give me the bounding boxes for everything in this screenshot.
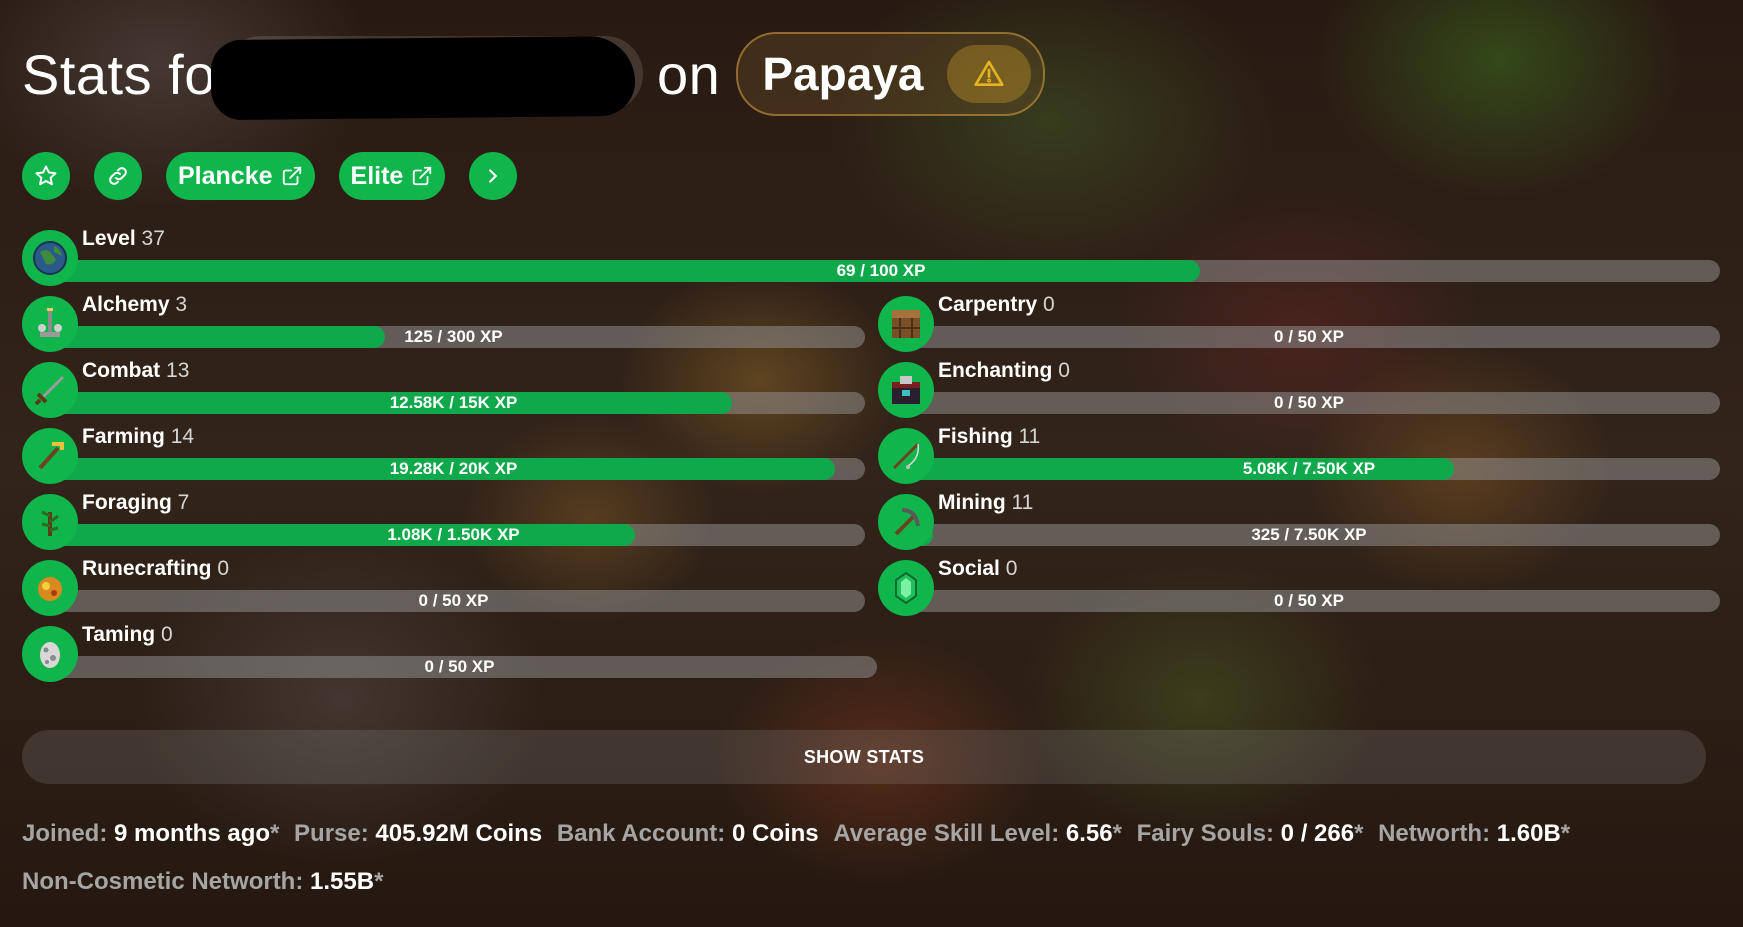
skill-xp: 19.28K / 20K XP [389,459,518,478]
skill-xp: 0 / 50 XP [1274,393,1344,412]
enchanting-table-icon [878,362,934,418]
external-link-icon [282,166,301,186]
skill-xp: 0 / 50 XP [418,591,489,610]
sapling-icon [22,494,78,550]
skill-xp: 325 / 7.50K XP [1251,525,1367,544]
pickaxe-icon [878,494,934,550]
skill-runecrafting: Runecrafting 0 0 / 50 XP [22,557,865,616]
skill-xp: 0 / 50 XP [1274,591,1344,610]
skill-xp: 1.08K / 1.50K XP [387,525,520,544]
external-link-icon [413,166,432,186]
copy-link-button[interactable] [94,152,142,200]
skill-combat: Combat 13 12.58K / 15K XP [22,359,865,418]
show-stats-button[interactable]: SHOW STATS [22,730,1706,784]
action-buttons: Plancke Elite [22,152,518,200]
profile-selector[interactable]: Papaya [736,32,1046,116]
networth-info: Networth: 1.60B* [1378,820,1571,847]
skill-taming: Taming 0 0 / 50 XP [22,623,877,682]
skill-progress-bar: 19.28K / 20K XP [42,458,865,480]
bank-info: Bank Account: 0 Coins [556,820,819,847]
skill-mining: Mining 11 325 / 7.50K XP [878,491,1720,550]
skill-xp: 0 / 50 XP [424,657,495,676]
level-xp: 69 / 100 XP [836,261,926,280]
magma-cream-icon [22,560,78,616]
skill-label: Foraging 7 [82,491,190,514]
page-title: Stats for on Papaya [22,32,1046,121]
skill-label: Mining 11 [938,491,1034,514]
player-name-redacted [210,35,644,121]
fairy-souls-info: Fairy Souls: 0 / 266* [1136,820,1364,847]
globe-icon [22,230,78,286]
crafting-table-icon [878,296,934,352]
star-icon [35,165,57,186]
skill-social: Social 0 0 / 50 XP [878,557,1720,616]
skill-label: Carpentry 0 [938,293,1055,316]
skill-farming: Farming 14 19.28K / 20K XP [22,425,865,484]
average-skill-info: Average Skill Level: 6.56* [833,820,1122,847]
sword-icon [22,362,78,418]
elite-label: Elite [350,161,404,190]
level-label: Level 37 [82,227,165,250]
skill-label: Combat 13 [82,359,190,382]
non-cosmetic-networth-info: Non-Cosmetic Networth: 1.55B* [22,868,384,895]
skill-foraging: Foraging 7 1.08K / 1.50K XP [22,491,865,550]
elite-link-button[interactable]: Elite [338,152,446,200]
chevron-right-icon [489,169,498,183]
level-progress-bar: 69 / 100 XP [42,260,1720,282]
plancke-label: Plancke [178,161,273,190]
skill-fishing: Fishing 11 5.08K / 7.50K XP [878,425,1720,484]
skill-label: Fishing 11 [938,425,1041,448]
skill-progress-bar: 325 / 7.50K XP [898,524,1720,546]
skill-progress-bar: 125 / 300 XP [42,326,865,348]
skill-carpentry: Carpentry 0 0 / 50 XP [878,293,1720,352]
favorite-button[interactable] [22,152,70,200]
skill-xp: 125 / 300 XP [404,327,503,346]
profile-info: Joined: 9 months ago* Purse: 405.92M Coi… [22,810,1722,906]
title-on: on [657,42,721,106]
hoe-icon [22,428,78,484]
skill-progress-bar: 0 / 50 XP [898,326,1720,348]
emerald-icon [878,560,934,616]
skill-alchemy: Alchemy 3 125 / 300 XP [22,293,865,352]
skill-progress-bar: 0 / 50 XP [42,656,877,678]
skill-progress-bar: 12.58K / 15K XP [42,392,865,414]
profile-name: Papaya [762,48,924,100]
warning-button[interactable] [947,45,1032,103]
skill-label: Alchemy 3 [82,293,188,316]
purse-info: Purse: 405.92M Coins [294,820,543,847]
brewing-stand-icon [22,296,78,352]
skill-label: Runecrafting 0 [82,557,230,580]
more-links-button[interactable] [469,152,518,200]
skill-label: Taming 0 [82,623,173,646]
spawn-egg-icon [22,626,78,682]
skill-xp: 12.58K / 15K XP [389,393,518,412]
fishing-rod-icon [878,428,934,484]
skill-progress-bar: 1.08K / 1.50K XP [42,524,865,546]
link-icon [109,167,127,185]
skill-progress-bar: 0 / 50 XP [898,392,1720,414]
skill-xp: 0 / 50 XP [1274,327,1344,346]
skill-progress-bar: 0 / 50 XP [898,590,1720,612]
joined-info: Joined: 9 months ago* [22,820,280,847]
skill-label: Enchanting 0 [938,359,1070,382]
title-prefix: Stats for [22,42,236,106]
level-skill: Level 37 69 / 100 XP [22,227,1720,286]
skill-enchanting: Enchanting 0 0 / 50 XP [878,359,1720,418]
plancke-link-button[interactable]: Plancke [166,152,315,200]
warning-icon [974,60,1005,86]
skill-progress-bar: 0 / 50 XP [42,590,865,612]
skill-xp: 5.08K / 7.50K XP [1242,459,1376,478]
skill-progress-bar: 5.08K / 7.50K XP [898,458,1720,480]
skill-label: Farming 14 [82,425,195,448]
skill-label: Social 0 [938,557,1018,580]
